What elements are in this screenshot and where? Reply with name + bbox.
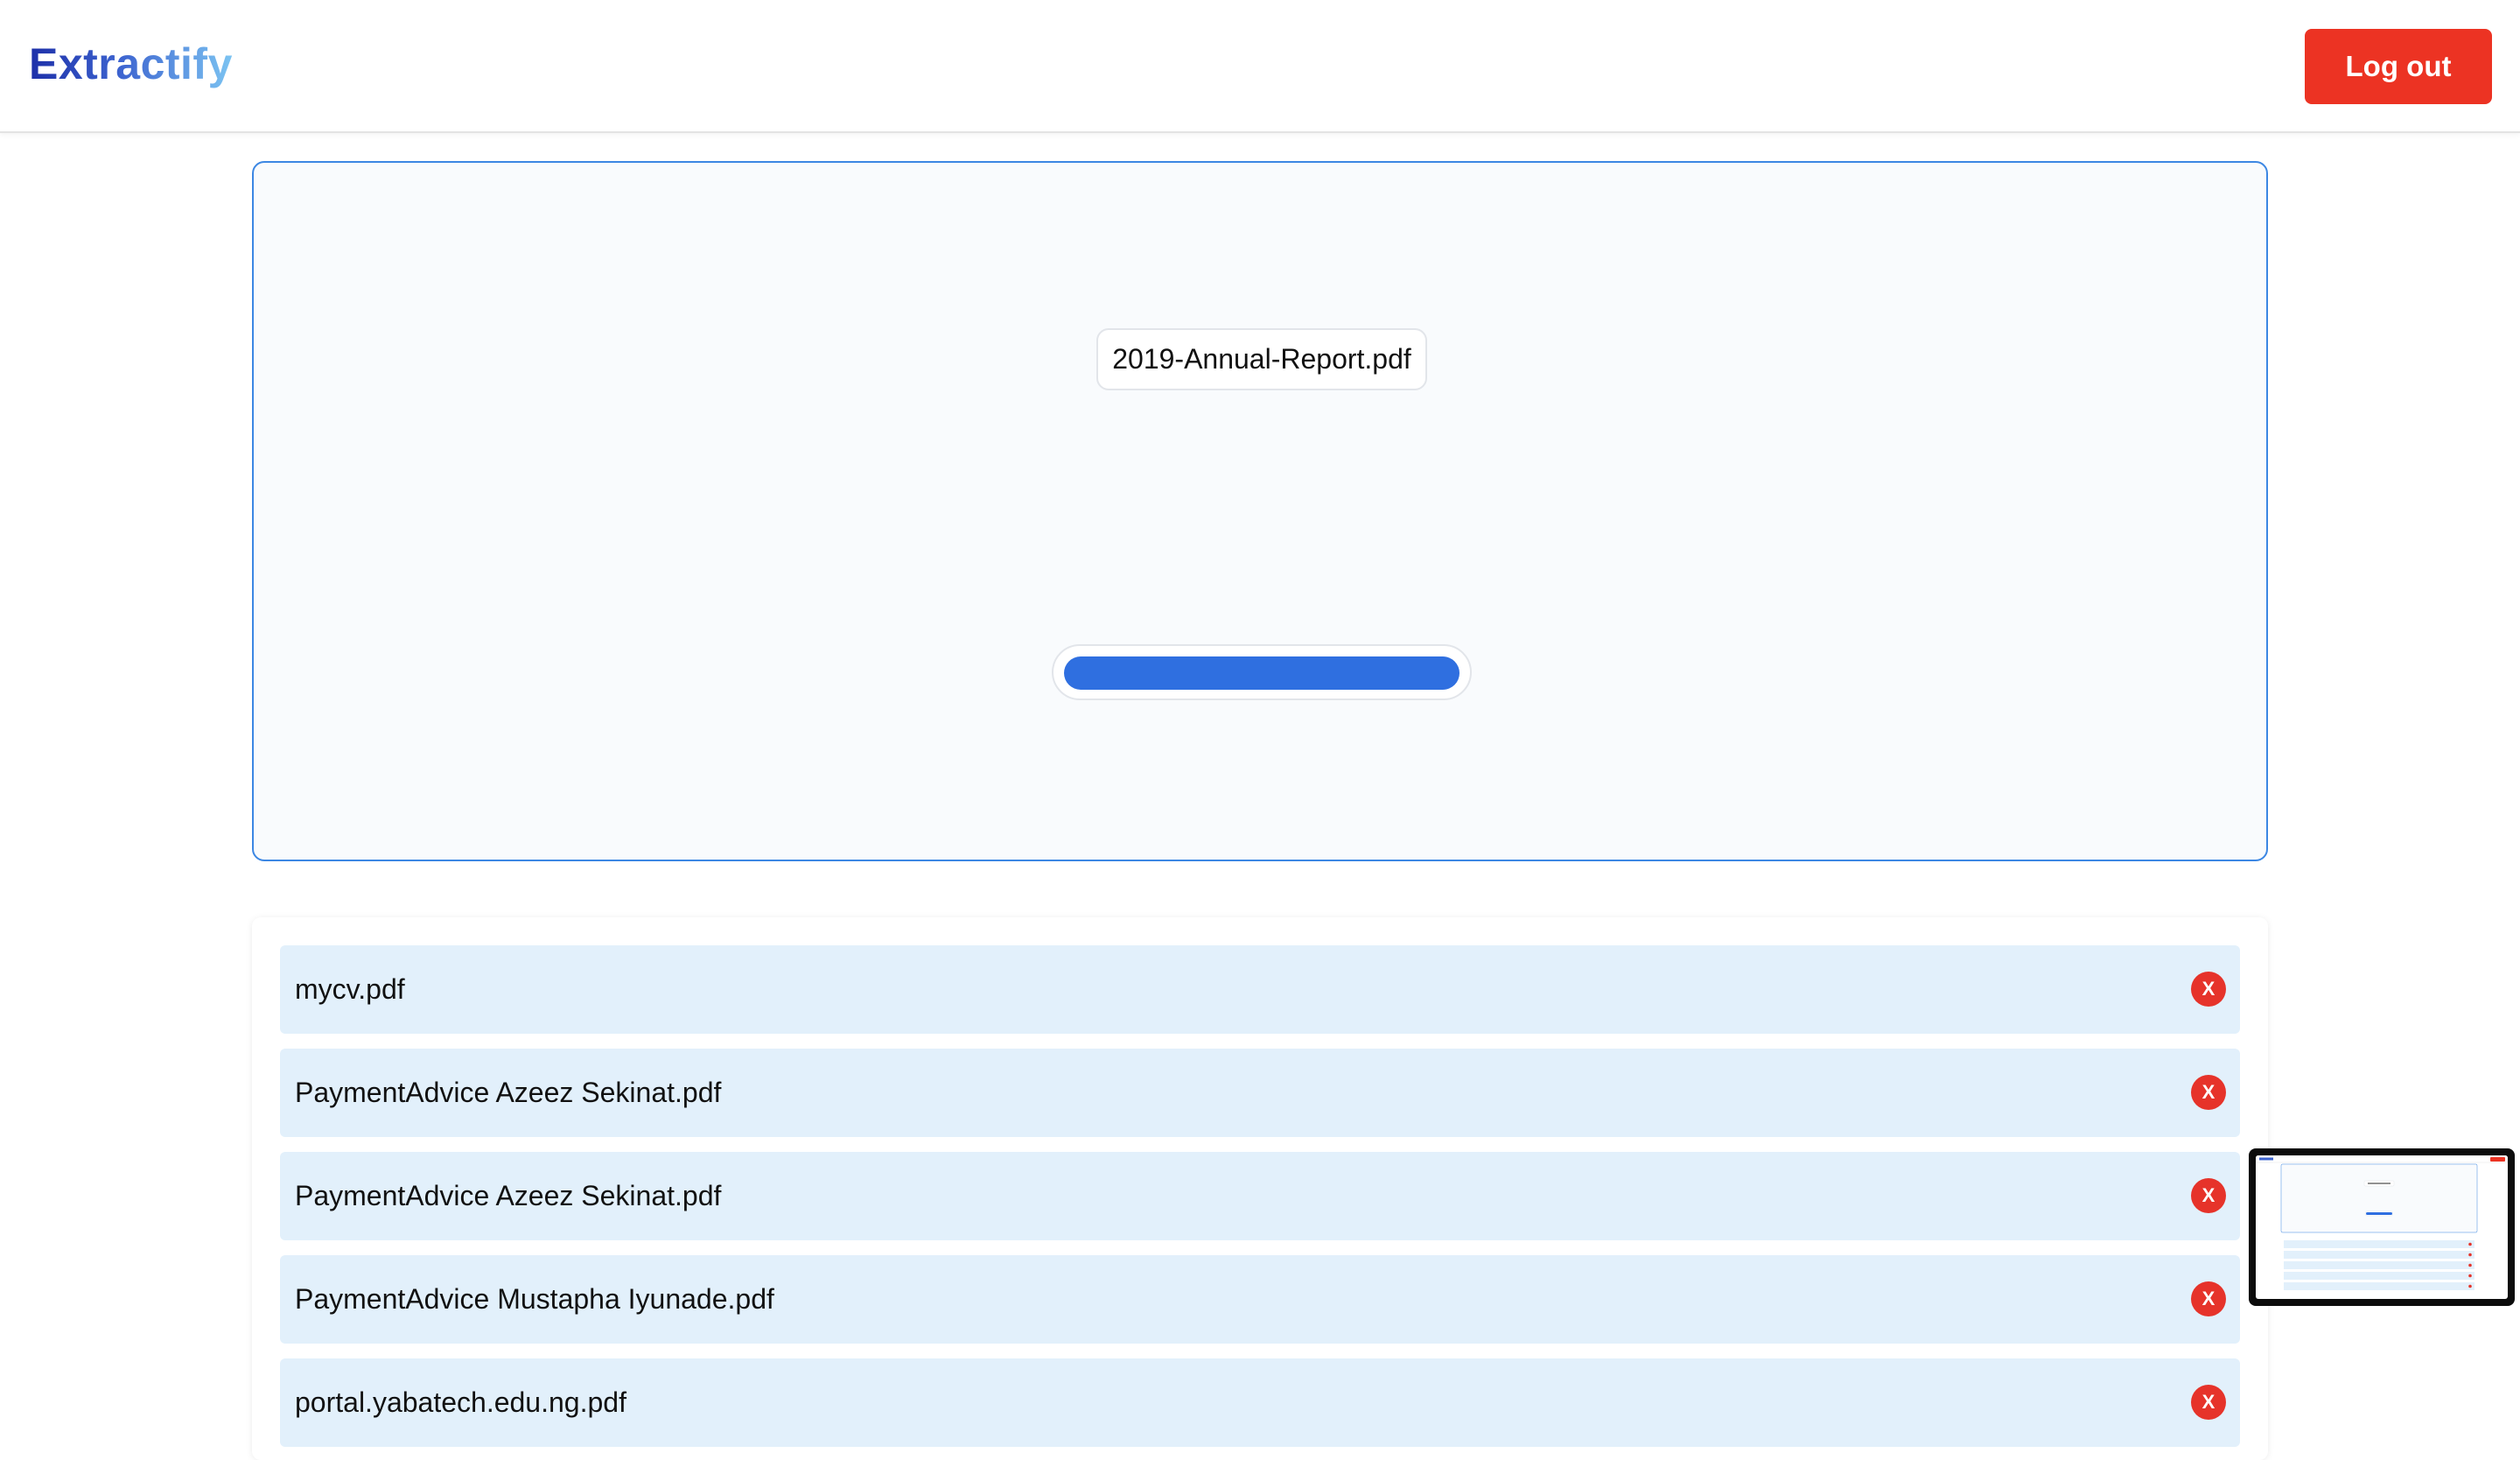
logout-button[interactable]: Log out [2305, 29, 2492, 104]
file-list: mycv.pdf X PaymentAdvice Azeez Sekinat.p… [252, 917, 2268, 1460]
file-list-item[interactable]: PaymentAdvice Azeez Sekinat.pdf X [280, 1152, 2240, 1240]
file-name: PaymentAdvice Azeez Sekinat.pdf [295, 1077, 722, 1108]
remove-file-button[interactable]: X [2191, 1075, 2226, 1110]
thumbnail-miniature [2256, 1155, 2508, 1299]
file-list-item[interactable]: PaymentAdvice Azeez Sekinat.pdf X [280, 1049, 2240, 1137]
file-list-item[interactable]: mycv.pdf X [280, 945, 2240, 1034]
uploading-file-name: 2019-Annual-Report.pdf [1096, 328, 1427, 390]
file-name: portal.yabatech.edu.ng.pdf [295, 1386, 626, 1418]
file-list-item[interactable]: PaymentAdvice Mustapha Iyunade.pdf X [280, 1255, 2240, 1344]
upload-progress-fill [1064, 656, 1460, 690]
file-name: PaymentAdvice Azeez Sekinat.pdf [295, 1180, 722, 1211]
remove-file-button[interactable]: X [2191, 972, 2226, 1007]
close-icon: X [2202, 978, 2216, 1000]
upload-dropzone[interactable]: 2019-Annual-Report.pdf [252, 161, 2268, 861]
thumbnail-screen [2256, 1155, 2508, 1299]
file-name: PaymentAdvice Mustapha Iyunade.pdf [295, 1283, 774, 1315]
remove-file-button[interactable]: X [2191, 1178, 2226, 1213]
file-name: mycv.pdf [295, 973, 405, 1005]
top-navbar: Extractify Log out [0, 0, 2520, 133]
close-icon: X [2202, 1184, 2216, 1206]
upload-progress-bar [1052, 644, 1472, 700]
remove-file-button[interactable]: X [2191, 1385, 2226, 1420]
close-icon: X [2202, 1288, 2216, 1309]
remove-file-button[interactable]: X [2191, 1281, 2226, 1316]
close-icon: X [2202, 1081, 2216, 1103]
close-icon: X [2202, 1391, 2216, 1413]
file-list-item[interactable]: portal.yabatech.edu.ng.pdf X [280, 1358, 2240, 1447]
screenshot-thumbnail-preview[interactable] [2249, 1148, 2515, 1306]
app-logo[interactable]: Extractify [29, 39, 233, 89]
